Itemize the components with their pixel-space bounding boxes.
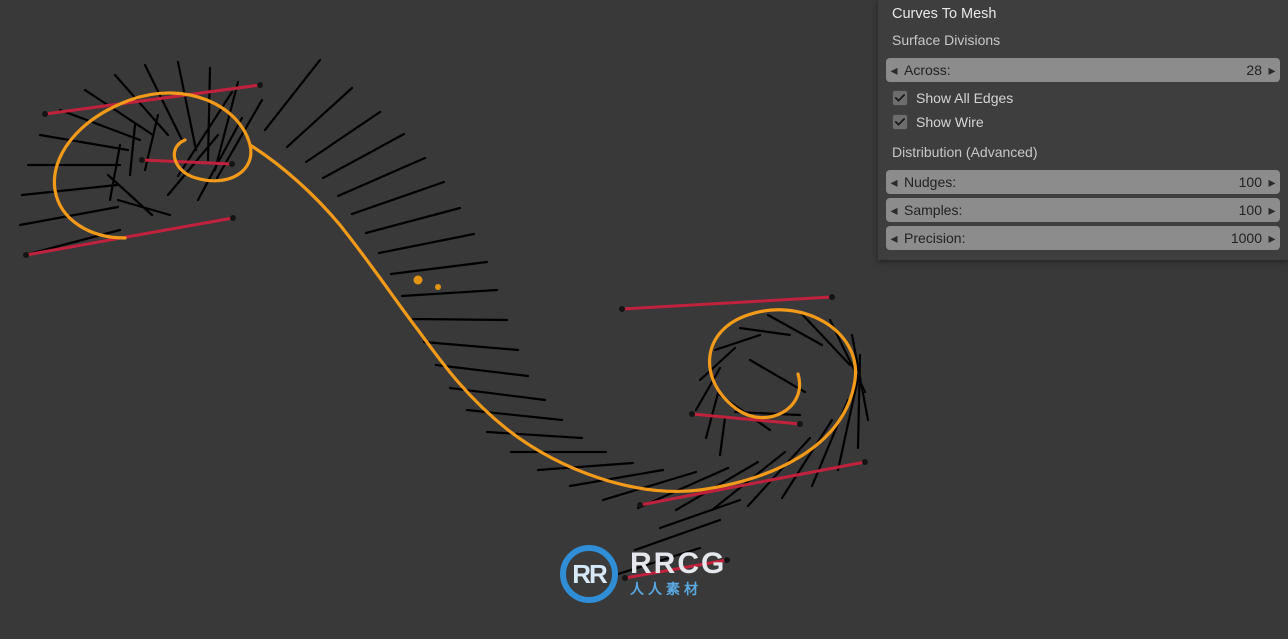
chevron-right-icon[interactable]: ▸ (1264, 198, 1280, 222)
chevron-left-icon[interactable]: ◂ (886, 198, 902, 222)
chevron-right-icon[interactable]: ▸ (1264, 170, 1280, 194)
watermark-logo: RR RRCG 人人素材 (560, 545, 726, 603)
nudges-value: 100 (1239, 174, 1262, 190)
section-surface-divisions: Surface Divisions (878, 28, 1288, 54)
watermark-badge: RR (560, 545, 618, 603)
chevron-right-icon[interactable]: ▸ (1264, 58, 1280, 82)
chevron-left-icon[interactable]: ◂ (886, 170, 902, 194)
show-wire-label: Show Wire (916, 114, 984, 130)
across-field[interactable]: ◂ Across: 28 ▸ (886, 58, 1280, 82)
watermark-text: RRCG 人人素材 (630, 549, 726, 599)
across-label: Across: (904, 62, 951, 78)
checkbox-icon (892, 90, 908, 106)
checkbox-icon (892, 114, 908, 130)
precision-value: 1000 (1231, 230, 1262, 246)
show-all-edges-label: Show All Edges (916, 90, 1013, 106)
chevron-right-icon[interactable]: ▸ (1264, 226, 1280, 250)
precision-field[interactable]: ◂ Precision: 1000 ▸ (886, 226, 1280, 250)
chevron-left-icon[interactable]: ◂ (886, 226, 902, 250)
across-value: 28 (1246, 62, 1262, 78)
nudges-field[interactable]: ◂ Nudges: 100 ▸ (886, 170, 1280, 194)
section-distribution: Distribution (Advanced) (878, 134, 1288, 166)
precision-label: Precision: (904, 230, 965, 246)
show-all-edges-checkbox[interactable]: Show All Edges (878, 86, 1288, 110)
chevron-left-icon[interactable]: ◂ (886, 58, 902, 82)
panel-heading: Curves To Mesh (878, 0, 1288, 28)
show-wire-checkbox[interactable]: Show Wire (878, 110, 1288, 134)
operator-panel: Curves To Mesh Surface Divisions ◂ Acros… (878, 0, 1288, 260)
samples-value: 100 (1239, 202, 1262, 218)
samples-label: Samples: (904, 202, 962, 218)
nudges-label: Nudges: (904, 174, 956, 190)
samples-field[interactable]: ◂ Samples: 100 ▸ (886, 198, 1280, 222)
